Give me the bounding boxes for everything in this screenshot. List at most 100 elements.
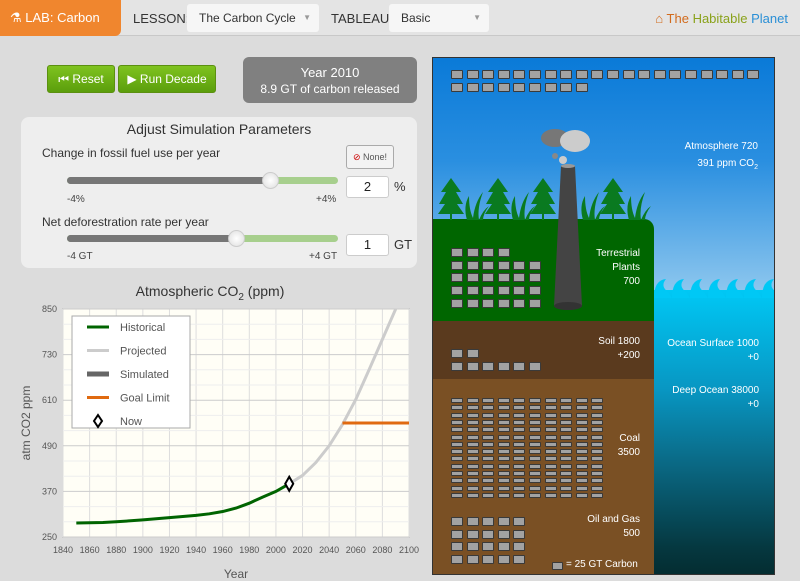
carbon-block (560, 463, 573, 469)
carbon-block (497, 419, 510, 425)
carbon-block (544, 463, 557, 469)
carbon-block (653, 70, 666, 79)
carbon-block (513, 555, 526, 565)
carbon-block (560, 492, 573, 498)
run-label: Run Decade (139, 72, 207, 86)
x-tick-label: 2080 (372, 545, 392, 555)
carbon-block (497, 405, 510, 411)
wave-mark (762, 279, 774, 298)
carbon-block (513, 361, 526, 371)
none-button[interactable]: ⊘ None! (346, 145, 394, 169)
carbon-block (544, 427, 557, 433)
carbon-block (466, 434, 479, 440)
pine-tree-icon (438, 178, 464, 220)
wave-mark (672, 279, 690, 298)
rewind-icon: ⏮ (58, 72, 70, 86)
carbon-block (451, 70, 463, 79)
carbon-block (529, 456, 541, 462)
ban-icon: ⊘ (352, 152, 361, 162)
carbon-block (482, 529, 495, 539)
carbon-block (560, 434, 573, 440)
simulation-parameters-panel: Adjust Simulation Parameters Change in f… (21, 117, 417, 268)
carbon-block (497, 478, 510, 484)
carbon-block (482, 361, 495, 371)
year-status: Year 2010 8.9 GT of carbon released (243, 57, 417, 103)
plant-icon (465, 192, 489, 220)
carbon-block (482, 419, 495, 425)
carbon-block (513, 471, 526, 476)
deforestation-slider[interactable] (67, 230, 338, 247)
lab-tab[interactable]: ⚗ LAB: Carbon (0, 0, 121, 36)
carbon-block (451, 517, 463, 526)
run-decade-button[interactable]: ▶ Run Decade (118, 65, 216, 93)
carbon-block (513, 517, 526, 526)
coal-text: Coal (619, 433, 640, 444)
carbon-block (591, 463, 604, 469)
ocean-surface-label: Ocean Surface 1000 +0 (655, 337, 759, 365)
carbon-block (513, 286, 526, 296)
carbon-block (529, 361, 541, 371)
carbon-block (466, 405, 479, 411)
carbon-block (638, 70, 651, 79)
brand-link[interactable]: ⌂ The Habitable Planet (655, 11, 788, 26)
pine-tree-icon (600, 178, 626, 220)
carbon-block (466, 485, 479, 491)
carbon-block (544, 419, 557, 425)
carbon-block (451, 298, 463, 308)
carbon-block (513, 427, 526, 433)
lesson-select[interactable]: The Carbon Cycle ▼ (187, 4, 319, 32)
coal-value: 3500 (617, 447, 640, 458)
fossil-slider[interactable] (67, 172, 338, 189)
carbon-block (482, 434, 495, 440)
carbon-block (482, 82, 495, 92)
waves-icon (654, 279, 774, 298)
carbon-block (544, 441, 557, 447)
carbon-block (451, 471, 463, 476)
tableau-select[interactable]: Basic ▼ (389, 4, 489, 32)
carbon-block (482, 286, 495, 296)
carbon-block (544, 449, 557, 455)
fossil-input[interactable]: 2 (346, 176, 389, 198)
flask-icon: ⚗ (10, 10, 26, 25)
fossil-slider-handle[interactable] (262, 172, 280, 189)
carbon-block (575, 492, 588, 498)
fossil-unit: % (394, 179, 406, 194)
carbon-block (529, 260, 541, 270)
carbon-block (466, 273, 479, 283)
caret-down-icon: ▼ (473, 13, 481, 22)
carbon-block (529, 492, 541, 498)
carbon-block (466, 398, 479, 403)
carbon-block (451, 427, 463, 433)
wave-mark (690, 279, 708, 298)
deforestation-max: +4 GT (309, 251, 338, 262)
carbon-block (497, 492, 510, 498)
carbon-block (591, 471, 604, 476)
soil-label: Soil 1800 +200 (553, 335, 640, 363)
play-icon: ▶ (127, 72, 137, 86)
carbon-block (529, 427, 541, 433)
wave-mark (744, 279, 762, 298)
deforestation-input[interactable]: 1 (346, 234, 389, 256)
carbon-block (497, 517, 510, 526)
carbon-block (513, 542, 526, 552)
carbon-block (544, 456, 557, 462)
carbon-block (622, 70, 635, 79)
carbon-block (466, 478, 479, 484)
top-bar: ⚗ LAB: Carbon LESSON: The Carbon Cycle ▼ … (0, 0, 800, 36)
carbon-block (482, 456, 495, 462)
deforestation-slider-handle[interactable] (228, 230, 246, 247)
brand-planet: Planet (751, 11, 788, 26)
reset-button[interactable]: ⏮ Reset (47, 65, 115, 93)
carbon-block (560, 485, 573, 491)
carbon-block (513, 449, 526, 455)
carbon-block (529, 463, 541, 469)
carbon-block (513, 456, 526, 462)
tableau-value: Basic (401, 11, 431, 25)
tableau-label: TABLEAU: (331, 11, 393, 26)
carbon-block (529, 273, 541, 283)
carbon-block (529, 478, 541, 484)
carbon-block (451, 82, 463, 92)
carbon-block (560, 471, 573, 476)
carbon-block-legend-icon (552, 562, 563, 570)
y-tick-label: 250 (42, 532, 57, 542)
